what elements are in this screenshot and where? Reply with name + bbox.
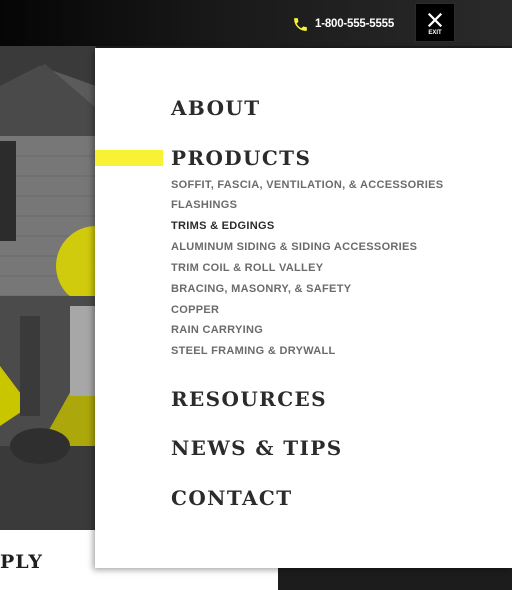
navigation-menu-panel: ABOUT PRODUCTS SOFFIT, FASCIA, VENTILATI…	[95, 48, 512, 568]
phone-link[interactable]: 1-800-555-5555	[292, 14, 394, 34]
submenu-item-rain-carrying[interactable]: RAIN CARRYING	[171, 324, 263, 336]
submenu-item-copper[interactable]: COPPER	[171, 304, 219, 316]
hero-background-image	[0, 46, 96, 530]
active-indicator	[95, 150, 163, 166]
section-heading-partial: PLY	[0, 551, 43, 573]
exit-button[interactable]: EXIT	[415, 3, 455, 42]
submenu-item-soffit[interactable]: SOFFIT, FASCIA, VENTILATION, & ACCESSORI…	[171, 179, 443, 191]
phone-icon	[294, 17, 307, 31]
exit-label: EXIT	[428, 30, 442, 36]
close-icon	[427, 12, 443, 28]
menu-item-products[interactable]: PRODUCTS	[171, 146, 311, 170]
phone-number: 1-800-555-5555	[315, 18, 395, 30]
menu-item-contact[interactable]: CONTACT	[171, 486, 293, 510]
submenu-item-steel-framing[interactable]: STEEL FRAMING & DRYWALL	[171, 345, 336, 357]
submenu-item-trims-edgings[interactable]: TRIMS & EDGINGS	[171, 220, 275, 232]
submenu-item-flashings[interactable]: FLASHINGS	[171, 199, 237, 211]
submenu-item-trim-coil[interactable]: TRIM COIL & ROLL VALLEY	[171, 262, 323, 274]
menu-item-news-tips[interactable]: NEWS & TIPS	[171, 436, 343, 460]
top-bar: 1-800-555-5555 EXIT	[0, 0, 512, 46]
submenu-item-bracing[interactable]: BRACING, MASONRY, & SAFETY	[171, 283, 351, 295]
submenu-item-aluminum-siding[interactable]: ALUMINUM SIDING & SIDING ACCESSORIES	[171, 241, 417, 253]
menu-item-about[interactable]: ABOUT	[171, 96, 261, 120]
house-illustration	[0, 46, 96, 530]
menu-item-resources[interactable]: RESOURCES	[171, 387, 327, 411]
